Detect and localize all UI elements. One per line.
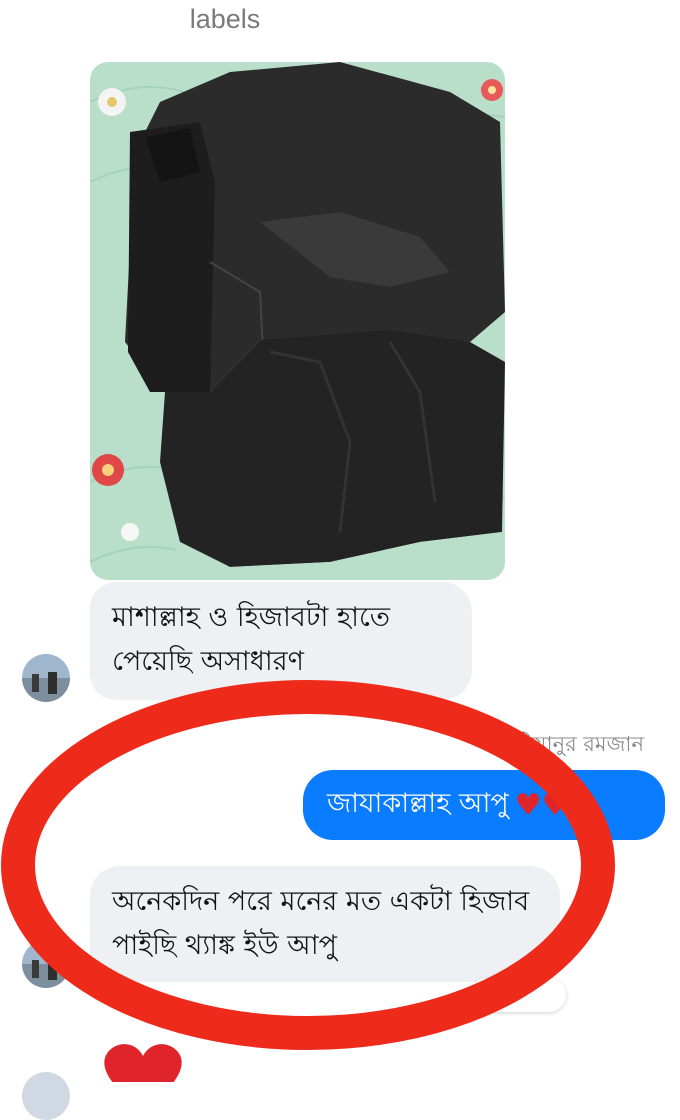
sender-avatar[interactable] xyxy=(22,940,70,988)
top-label: labels xyxy=(189,4,261,34)
sender-avatar[interactable] xyxy=(22,654,70,702)
photo-image xyxy=(90,62,505,580)
heart-emoji: ♥♥ xyxy=(514,787,569,823)
message-text: জাযাকাল্লাহ আপু xyxy=(327,787,509,819)
avatar-image xyxy=(22,654,70,702)
heart-icon[interactable] xyxy=(98,1040,188,1082)
sender-name: মিযানুর রমজান xyxy=(516,732,644,756)
message-reaction[interactable] xyxy=(470,978,566,1012)
avatar-image xyxy=(22,940,70,988)
sender-avatar[interactable] xyxy=(22,1072,70,1120)
message-received-2[interactable]: অনেকদিন পরে মনের মত একটা হিজাব পাইছি থ্য… xyxy=(90,866,560,982)
hijab-photo[interactable] xyxy=(90,62,505,580)
message-text: মাশাল্লাহ ও হিজাবটা হাতে পেয়েছি অসাধারণ xyxy=(112,602,391,677)
message-text: অনেকদিন পরে মনের মত একটা হিজাব পাইছি থ্য… xyxy=(112,886,530,961)
message-sent-1[interactable]: জাযাকাল্লাহ আপু ♥♥ xyxy=(303,770,665,840)
message-received-1[interactable]: মাশাল্লাহ ও হিজাবটা হাতে পেয়েছি অসাধারণ xyxy=(90,582,472,700)
